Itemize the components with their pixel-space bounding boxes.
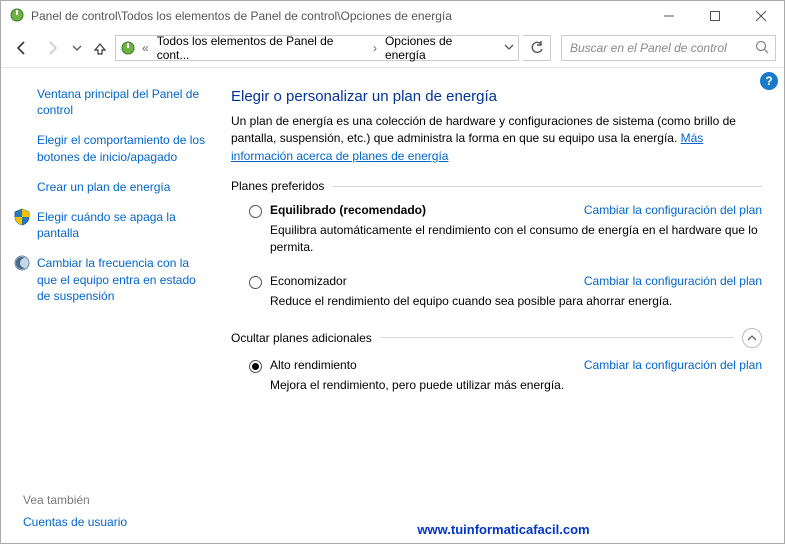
address-bar[interactable]: « Todos los elementos de Panel de cont..… [115,35,519,61]
plan-name[interactable]: Alto rendimiento [270,358,357,372]
content: ? Elegir o personalizar un plan de energ… [223,68,784,543]
sidebar-home-link[interactable]: Ventana principal del Panel de control [11,82,213,122]
plan-description: Reduce el rendimiento del equipo cuando … [270,293,762,310]
collapse-toggle[interactable] [742,328,762,348]
group-label: Ocultar planes adicionales [231,331,372,345]
titlebar: Panel de control\Todos los elementos de … [1,1,784,31]
moon-icon [13,254,31,272]
control-panel-icon [9,7,25,26]
group-preferred-plans: Planes preferidos [231,179,762,193]
group-label: Planes preferidos [231,179,324,193]
sidebar-item-display-off[interactable]: Elegir cuándo se apaga la pantalla [11,205,213,245]
page-description: Un plan de energía es una colección de h… [231,113,762,165]
radio-saver[interactable] [249,276,262,289]
chevron-down-icon[interactable] [504,41,514,55]
minimize-button[interactable] [646,1,692,31]
desc-text: Un plan de energía es una colección de h… [231,114,736,145]
search-box[interactable] [561,35,776,61]
sidebar-item-buttons[interactable]: Elegir el comportamiento de los botones … [11,128,213,168]
change-plan-settings-link[interactable]: Cambiar la configuración del plan [584,358,762,372]
up-button[interactable] [89,35,111,61]
refresh-button[interactable] [523,35,551,61]
page-title: Elegir o personalizar un plan de energía [231,88,762,105]
help-icon[interactable]: ? [760,72,778,90]
chevron-right-icon: › [371,41,379,55]
search-icon[interactable] [755,40,769,57]
see-also-section: Vea también Cuentas de usuario [23,493,213,529]
nav-row: « Todos los elementos de Panel de cont..… [1,31,784,65]
see-also-header: Vea también [23,493,213,507]
divider [380,337,734,338]
plan-balanced: Equilibrado (recomendado) Cambiar la con… [231,203,762,256]
group-additional-plans: Ocultar planes adicionales [231,328,762,348]
sidebar-item-sleep[interactable]: Cambiar la frecuencia con la que el equi… [11,251,213,308]
close-button[interactable] [738,1,784,31]
breadcrumb-item[interactable]: Opciones de energía [383,32,496,64]
recent-locations-button[interactable] [69,43,85,53]
sidebar-item-label: Cambiar la frecuencia con la que el equi… [37,256,196,302]
plan-description: Equilibra automáticamente el rendimiento… [270,222,762,256]
plan-saver: Economizador Cambiar la configuración de… [231,274,762,310]
maximize-button[interactable] [692,1,738,31]
plan-name[interactable]: Equilibrado (recomendado) [270,203,426,217]
plan-description: Mejora el rendimiento, pero puede utiliz… [270,377,762,394]
sidebar: Ventana principal del Panel de control E… [1,68,223,543]
watermark: www.tuinformaticafacil.com [223,522,784,537]
main-area: Ventana principal del Panel de control E… [1,68,784,543]
breadcrumb-item[interactable]: Todos los elementos de Panel de cont... [155,32,367,64]
divider [332,186,762,187]
forward-button[interactable] [39,35,65,61]
search-input[interactable] [568,40,749,56]
shield-icon [13,208,31,226]
change-plan-settings-link[interactable]: Cambiar la configuración del plan [584,274,762,288]
change-plan-settings-link[interactable]: Cambiar la configuración del plan [584,203,762,217]
plan-high-performance: Alto rendimiento Cambiar la configuració… [231,358,762,394]
breadcrumb-prefix: « [140,41,151,55]
radio-balanced[interactable] [249,205,262,218]
sidebar-item-create-plan[interactable]: Crear un plan de energía [11,175,213,199]
sidebar-item-label: Elegir cuándo se apaga la pantalla [37,210,176,240]
control-panel-icon [120,40,136,56]
window-controls [646,1,784,31]
see-also-link[interactable]: Cuentas de usuario [23,515,213,529]
window-title: Panel de control\Todos los elementos de … [31,9,646,23]
back-button[interactable] [9,35,35,61]
plan-name[interactable]: Economizador [270,274,347,288]
radio-high-performance[interactable] [249,360,262,373]
